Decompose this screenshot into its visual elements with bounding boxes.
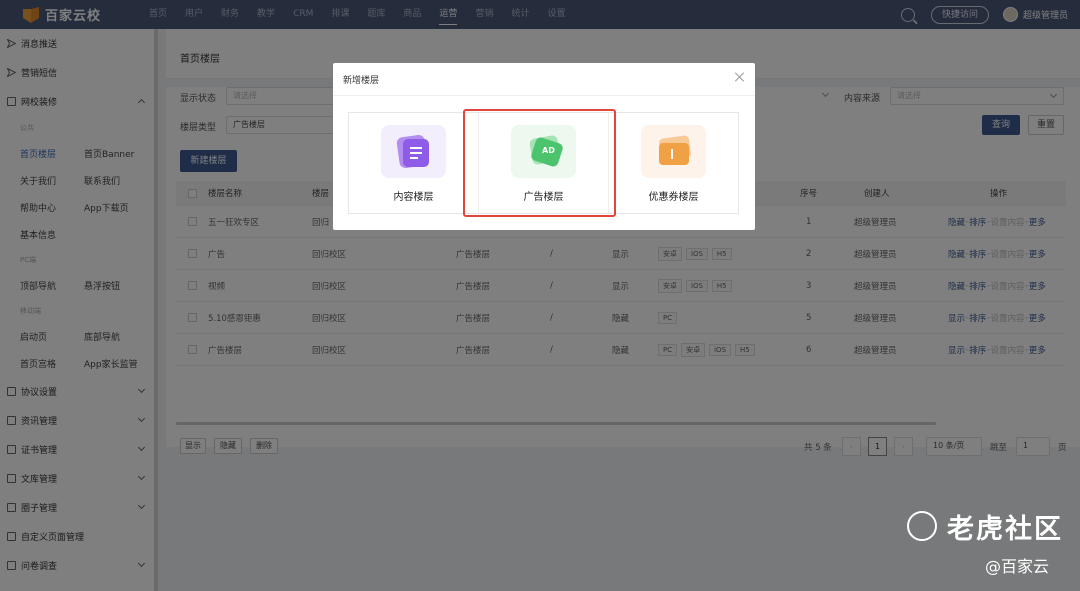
content-floor-icon xyxy=(381,125,446,178)
option-content-floor[interactable]: 内容楼层 xyxy=(349,113,479,213)
option-label: 优惠券楼层 xyxy=(648,192,699,203)
dialog-divider xyxy=(333,95,755,96)
watermark-logo-icon xyxy=(907,511,937,541)
coupon-floor-icon xyxy=(641,125,706,178)
selection-highlight xyxy=(463,109,616,217)
dialog-title: 新增楼层 xyxy=(343,76,380,86)
option-coupon-floor[interactable]: 优惠券楼层 xyxy=(609,113,738,213)
option-label: 内容楼层 xyxy=(393,192,434,203)
watermark-subtext: @百家云 xyxy=(985,557,1050,576)
watermark-text: 老虎社区 xyxy=(947,514,1063,545)
close-icon[interactable] xyxy=(735,72,745,82)
